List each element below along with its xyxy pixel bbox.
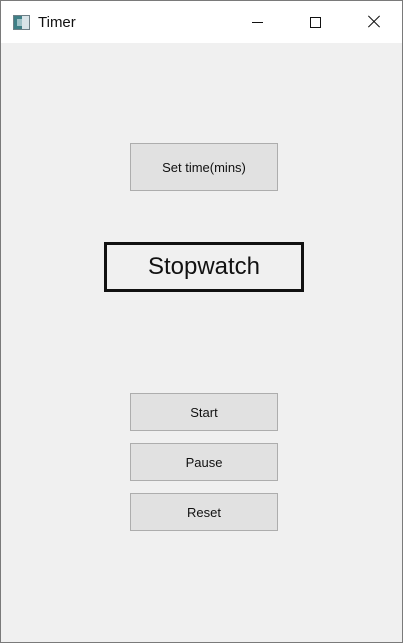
- set-time-button[interactable]: Set time(mins): [130, 143, 278, 191]
- minimize-icon: [251, 21, 263, 23]
- start-button[interactable]: Start: [130, 393, 278, 431]
- close-button[interactable]: [351, 1, 397, 43]
- time-display: Stopwatch: [104, 242, 304, 292]
- reset-button[interactable]: Reset: [130, 493, 278, 531]
- maximize-button[interactable]: [292, 1, 338, 43]
- title-bar[interactable]: Timer: [1, 1, 402, 43]
- maximize-icon: [309, 16, 321, 28]
- timer-window: Timer Set time(mins) Stopwatch Start Pau…: [0, 0, 403, 643]
- close-icon: [367, 15, 381, 29]
- app-window-icon: [13, 15, 30, 30]
- pause-button[interactable]: Pause: [130, 443, 278, 481]
- minimize-button[interactable]: [234, 1, 280, 43]
- window-title: Timer: [38, 14, 76, 31]
